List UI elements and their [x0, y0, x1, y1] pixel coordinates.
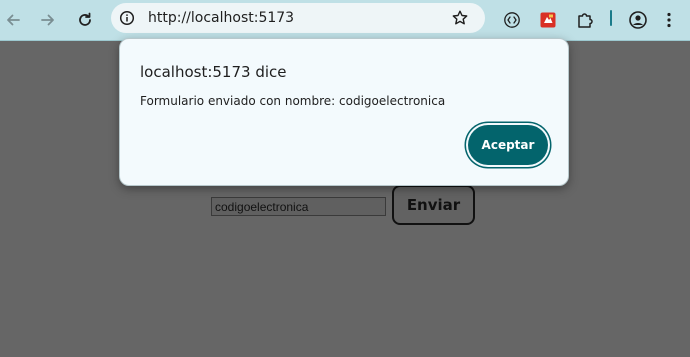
arrow-left-icon[interactable]: [0, 7, 26, 33]
arrow-right-icon[interactable]: [35, 7, 61, 33]
kebab-menu-icon[interactable]: [656, 7, 682, 33]
dialog-title: localhost:5173 dice: [140, 63, 287, 81]
alert-dialog: localhost:5173 dice Formulario enviado c…: [119, 38, 569, 186]
url-text[interactable]: http://localhost:5173: [148, 10, 294, 26]
code-bracket-icon[interactable]: [499, 7, 525, 33]
profile-icon[interactable]: [625, 7, 651, 33]
toolbar-divider: [610, 10, 612, 26]
puzzle-icon[interactable]: [572, 7, 598, 33]
red-box-extension-icon[interactable]: [535, 7, 561, 33]
address-bar[interactable]: http://localhost:5173: [111, 3, 485, 33]
star-icon[interactable]: [451, 9, 469, 27]
reload-icon[interactable]: [72, 7, 98, 33]
browser-toolbar: http://localhost:5173: [0, 0, 690, 41]
dialog-message: Formulario enviado con nombre: codigoele…: [140, 94, 446, 108]
name-input[interactable]: [211, 197, 386, 216]
accept-button[interactable]: Aceptar: [468, 125, 548, 165]
info-icon[interactable]: [119, 10, 135, 26]
submit-button[interactable]: Enviar: [392, 185, 475, 225]
